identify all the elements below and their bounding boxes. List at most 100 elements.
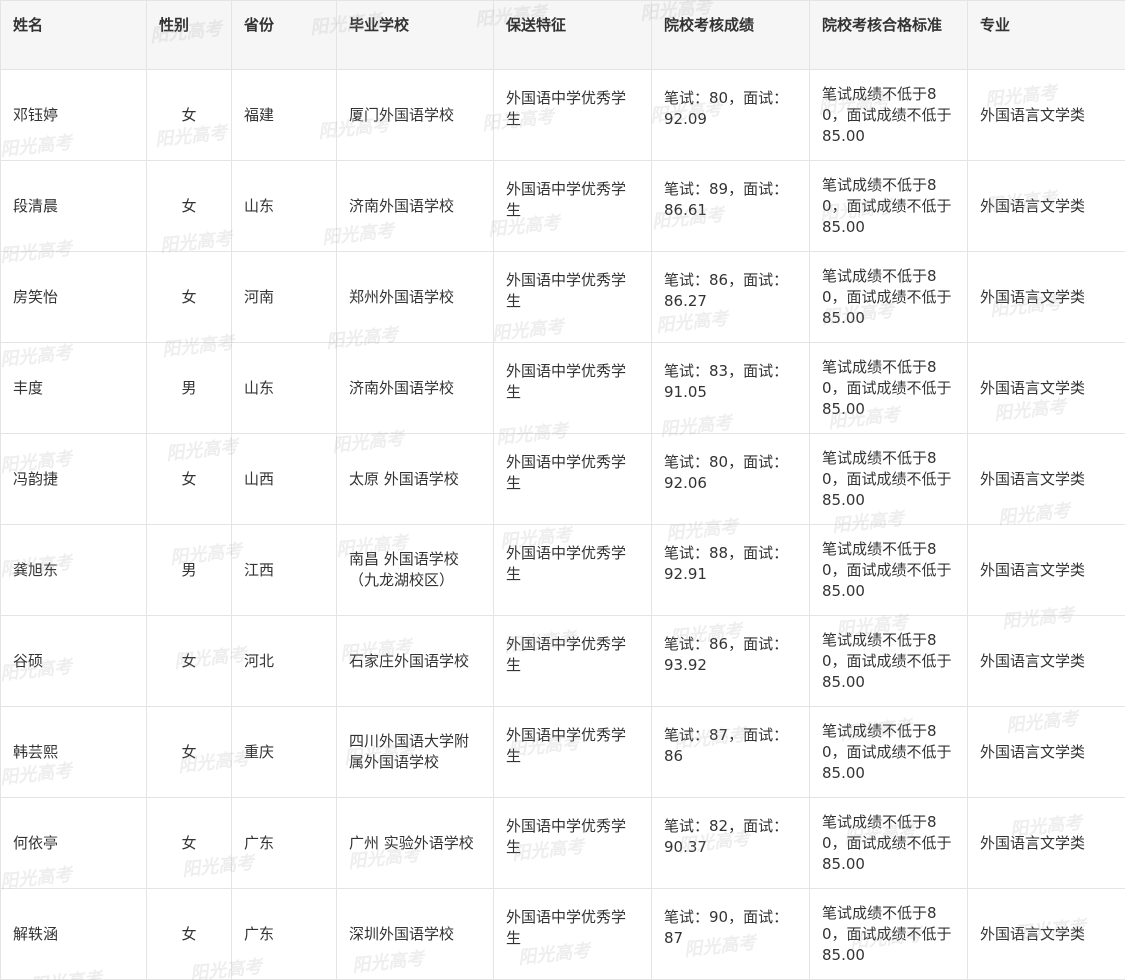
cell-major: 外国语言文学类	[967, 524, 1125, 616]
cell-province: 山西	[231, 433, 337, 525]
cell-standard: 笔试成绩不低于80，面试成绩不低于85.00	[809, 524, 968, 616]
table-row: 邓钰婷 女 福建 厦门外国语学校 外国语中学优秀学生 笔试：80，面试：92.0…	[0, 69, 1125, 161]
admission-table: 姓名 性别 省份 毕业学校 保送特征 院校考核成绩 院校考核合格标准 专业 邓钰…	[0, 0, 1125, 980]
cell-province: 山东	[231, 342, 337, 434]
cell-standard: 笔试成绩不低于80，面试成绩不低于85.00	[809, 615, 968, 707]
cell-major: 外国语言文学类	[967, 615, 1125, 707]
cell-major: 外国语言文学类	[967, 888, 1125, 980]
header-province: 省份	[231, 0, 337, 70]
cell-standard: 笔试成绩不低于80，面试成绩不低于85.00	[809, 797, 968, 889]
cell-feature: 外国语中学优秀学生	[493, 888, 652, 980]
table-row: 房笑怡 女 河南 郑州外国语学校 外国语中学优秀学生 笔试：86，面试：86.2…	[0, 251, 1125, 343]
cell-province: 河北	[231, 615, 337, 707]
cell-gender: 女	[146, 797, 232, 889]
cell-school: 济南外国语学校	[336, 160, 494, 252]
cell-standard: 笔试成绩不低于80，面试成绩不低于85.00	[809, 69, 968, 161]
cell-school: 济南外国语学校	[336, 342, 494, 434]
cell-feature: 外国语中学优秀学生	[493, 706, 652, 798]
cell-score: 笔试：86，面试：86.27	[651, 251, 810, 343]
cell-school: 石家庄外国语学校	[336, 615, 494, 707]
cell-feature: 外国语中学优秀学生	[493, 615, 652, 707]
cell-major: 外国语言文学类	[967, 69, 1125, 161]
cell-score: 笔试：90，面试：87	[651, 888, 810, 980]
cell-school: 四川外国语大学附属外国语学校	[336, 706, 494, 798]
cell-feature: 外国语中学优秀学生	[493, 797, 652, 889]
cell-feature: 外国语中学优秀学生	[493, 69, 652, 161]
cell-score: 笔试：80，面试：92.09	[651, 69, 810, 161]
cell-gender: 女	[146, 888, 232, 980]
cell-major: 外国语言文学类	[967, 160, 1125, 252]
cell-standard: 笔试成绩不低于80，面试成绩不低于85.00	[809, 706, 968, 798]
header-major: 专业	[967, 0, 1125, 70]
cell-school: 广州 实验外语学校	[336, 797, 494, 889]
cell-name: 冯韵捷	[0, 433, 147, 525]
cell-feature: 外国语中学优秀学生	[493, 524, 652, 616]
cell-gender: 女	[146, 160, 232, 252]
header-feature: 保送特征	[493, 0, 652, 70]
cell-name: 解轶涵	[0, 888, 147, 980]
cell-standard: 笔试成绩不低于80，面试成绩不低于85.00	[809, 433, 968, 525]
cell-school: 南昌 外国语学校（九龙湖校区）	[336, 524, 494, 616]
cell-feature: 外国语中学优秀学生	[493, 342, 652, 434]
cell-gender: 女	[146, 69, 232, 161]
cell-major: 外国语言文学类	[967, 433, 1125, 525]
cell-name: 龚旭东	[0, 524, 147, 616]
cell-province: 江西	[231, 524, 337, 616]
cell-standard: 笔试成绩不低于80，面试成绩不低于85.00	[809, 160, 968, 252]
cell-score: 笔试：86，面试：93.92	[651, 615, 810, 707]
header-gender: 性别	[146, 0, 232, 70]
cell-score: 笔试：89，面试：86.61	[651, 160, 810, 252]
cell-standard: 笔试成绩不低于80，面试成绩不低于85.00	[809, 888, 968, 980]
table-row: 冯韵捷 女 山西 太原 外国语学校 外国语中学优秀学生 笔试：80，面试：92.…	[0, 433, 1125, 525]
cell-province: 河南	[231, 251, 337, 343]
cell-score: 笔试：87，面试：86	[651, 706, 810, 798]
header-score: 院校考核成绩	[651, 0, 810, 70]
cell-standard: 笔试成绩不低于80，面试成绩不低于85.00	[809, 251, 968, 343]
cell-name: 韩芸熙	[0, 706, 147, 798]
table-row: 韩芸熙 女 重庆 四川外国语大学附属外国语学校 外国语中学优秀学生 笔试：87，…	[0, 706, 1125, 798]
cell-gender: 女	[146, 615, 232, 707]
cell-score: 笔试：80，面试：92.06	[651, 433, 810, 525]
cell-gender: 男	[146, 524, 232, 616]
table-body: 邓钰婷 女 福建 厦门外国语学校 外国语中学优秀学生 笔试：80，面试：92.0…	[0, 69, 1125, 980]
cell-province: 福建	[231, 69, 337, 161]
cell-score: 笔试：88，面试：92.91	[651, 524, 810, 616]
table-row: 段清晨 女 山东 济南外国语学校 外国语中学优秀学生 笔试：89，面试：86.6…	[0, 160, 1125, 252]
cell-name: 何依亭	[0, 797, 147, 889]
cell-province: 广东	[231, 888, 337, 980]
table-row: 何依亭 女 广东 广州 实验外语学校 外国语中学优秀学生 笔试：82，面试：90…	[0, 797, 1125, 889]
header-standard: 院校考核合格标准	[809, 0, 968, 70]
cell-name: 邓钰婷	[0, 69, 147, 161]
cell-major: 外国语言文学类	[967, 342, 1125, 434]
cell-province: 重庆	[231, 706, 337, 798]
cell-name: 房笑怡	[0, 251, 147, 343]
header-name: 姓名	[0, 0, 147, 70]
cell-school: 太原 外国语学校	[336, 433, 494, 525]
table-row: 谷硕 女 河北 石家庄外国语学校 外国语中学优秀学生 笔试：86，面试：93.9…	[0, 615, 1125, 707]
table-row: 龚旭东 男 江西 南昌 外国语学校（九龙湖校区） 外国语中学优秀学生 笔试：88…	[0, 524, 1125, 616]
cell-major: 外国语言文学类	[967, 251, 1125, 343]
cell-feature: 外国语中学优秀学生	[493, 433, 652, 525]
cell-name: 段清晨	[0, 160, 147, 252]
cell-major: 外国语言文学类	[967, 797, 1125, 889]
header-school: 毕业学校	[336, 0, 494, 70]
cell-name: 谷硕	[0, 615, 147, 707]
cell-gender: 女	[146, 706, 232, 798]
cell-score: 笔试：82，面试：90.37	[651, 797, 810, 889]
table-header-row: 姓名 性别 省份 毕业学校 保送特征 院校考核成绩 院校考核合格标准 专业	[0, 0, 1125, 70]
cell-score: 笔试：83，面试：91.05	[651, 342, 810, 434]
cell-school: 深圳外国语学校	[336, 888, 494, 980]
cell-gender: 男	[146, 342, 232, 434]
cell-feature: 外国语中学优秀学生	[493, 251, 652, 343]
table-row: 解轶涵 女 广东 深圳外国语学校 外国语中学优秀学生 笔试：90，面试：87 笔…	[0, 888, 1125, 980]
cell-school: 厦门外国语学校	[336, 69, 494, 161]
cell-major: 外国语言文学类	[967, 706, 1125, 798]
cell-gender: 女	[146, 433, 232, 525]
cell-province: 山东	[231, 160, 337, 252]
cell-standard: 笔试成绩不低于80，面试成绩不低于85.00	[809, 342, 968, 434]
cell-feature: 外国语中学优秀学生	[493, 160, 652, 252]
cell-province: 广东	[231, 797, 337, 889]
cell-name: 丰度	[0, 342, 147, 434]
cell-gender: 女	[146, 251, 232, 343]
table-row: 丰度 男 山东 济南外国语学校 外国语中学优秀学生 笔试：83，面试：91.05…	[0, 342, 1125, 434]
